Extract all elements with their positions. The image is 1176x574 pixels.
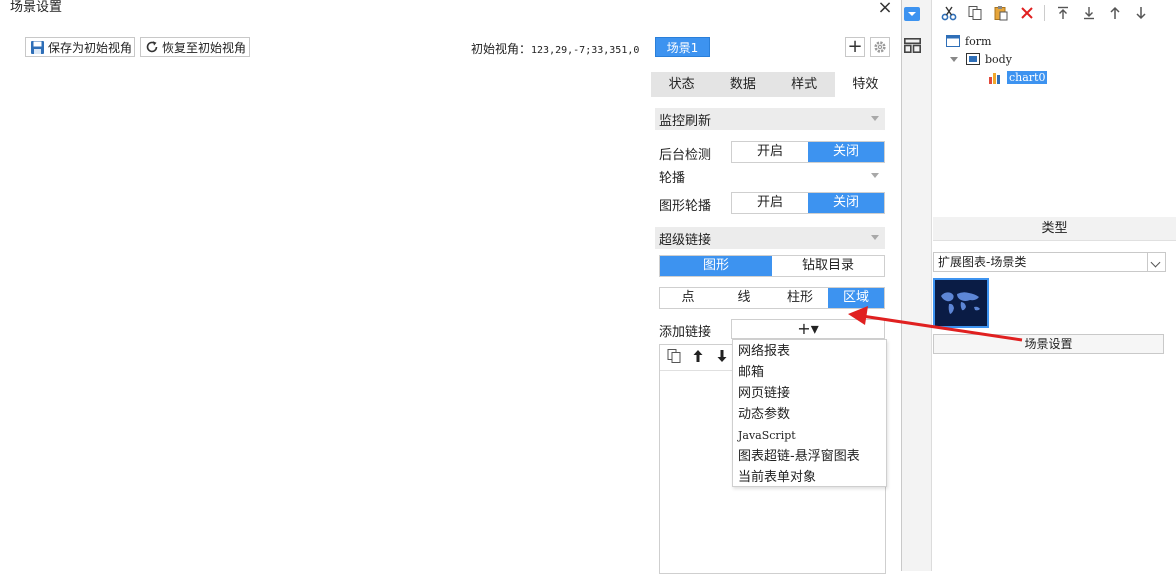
type-header: 类型 <box>933 217 1176 241</box>
delete-icon[interactable] <box>1018 5 1035 22</box>
link-type-shape[interactable]: 图形 <box>660 256 772 276</box>
dialog-title: 场景设置 <box>10 0 63 15</box>
move-up-icon[interactable] <box>1106 5 1123 22</box>
menu-item-javascript[interactable]: JavaScript <box>733 425 886 446</box>
initial-view-readout: 初始视角：123,29,-7;33,351,0 <box>471 40 639 57</box>
collapse-arrow-icon <box>871 173 879 178</box>
collapse-arrow-icon <box>871 116 879 121</box>
tab-effects[interactable]: 特效 <box>834 72 896 97</box>
copy-icon[interactable] <box>966 5 983 22</box>
gear-icon[interactable] <box>870 37 890 57</box>
section-monitor-refresh[interactable]: 监控刷新 <box>655 108 885 130</box>
body-icon <box>966 53 980 65</box>
shape-carousel-off[interactable]: 关闭 <box>808 193 884 213</box>
side-toolbar-strip <box>902 0 932 571</box>
chart-type-select[interactable]: 扩展图表-场景类 <box>933 252 1166 272</box>
save-initial-view-button[interactable]: 保存为初始视角 <box>25 37 135 57</box>
menu-item-web-report[interactable]: 网络报表 <box>733 341 886 362</box>
background-detect-label: 后台检测 <box>659 148 712 163</box>
copy-icon[interactable] <box>666 348 682 367</box>
section-carousel-label: 轮播 <box>659 170 686 186</box>
menu-item-email[interactable]: 邮箱 <box>733 362 886 383</box>
background-detect-off[interactable]: 关闭 <box>808 142 884 162</box>
add-link-dropdown-menu: 网络报表 邮箱 网页链接 动态参数 JavaScript 图表超链-悬浮窗图表 … <box>732 339 887 487</box>
collapse-arrow-icon <box>871 235 879 240</box>
tree-expand-icon[interactable] <box>950 56 958 62</box>
menu-item-chart-hover-popup[interactable]: 图表超链-悬浮窗图表 <box>733 446 886 467</box>
link-type-drill-dir[interactable]: 钻取目录 <box>772 256 884 276</box>
section-hyperlink-label: 超级链接 <box>659 232 712 248</box>
shape-carousel-label: 图形轮播 <box>659 199 712 214</box>
widget-toolbar <box>940 2 1176 24</box>
shape-type-line[interactable]: 线 <box>716 288 772 308</box>
chevron-down-icon[interactable] <box>1147 253 1165 271</box>
menu-item-web-link[interactable]: 网页链接 <box>733 383 886 404</box>
dropdown-toggle-icon[interactable] <box>904 7 920 21</box>
background-detect-on[interactable]: 开启 <box>732 142 808 162</box>
shape-type-bar[interactable]: 柱形 <box>772 288 828 308</box>
refresh-icon <box>145 39 159 55</box>
tab-status[interactable]: 状态 <box>651 72 712 97</box>
chart-type-select-value: 扩展图表-场景类 <box>938 255 1027 269</box>
initial-view-label: 初始视角： <box>471 42 532 56</box>
move-down-icon[interactable] <box>714 348 730 367</box>
tab-style[interactable]: 样式 <box>774 72 835 97</box>
tree-item-chart0-label: chart0 <box>1007 70 1048 84</box>
cut-icon[interactable] <box>940 5 957 22</box>
move-bottom-icon[interactable] <box>1080 5 1097 22</box>
menu-item-current-form-object[interactable]: 当前表单对象 <box>733 467 886 488</box>
tab-data[interactable]: 数据 <box>712 72 773 97</box>
paste-icon[interactable] <box>992 5 1009 22</box>
tree-item-form-label: form <box>965 34 992 48</box>
form-icon <box>946 35 960 47</box>
section-monitor-refresh-label: 监控刷新 <box>659 113 712 129</box>
chart-icon <box>989 73 1000 84</box>
scene-tab[interactable]: 场景1 <box>655 37 710 57</box>
shape-carousel-on[interactable]: 开启 <box>732 193 808 213</box>
property-tabs: 状态 数据 样式 特效 <box>651 72 896 97</box>
move-down-icon[interactable] <box>1132 5 1149 22</box>
tree-item-body[interactable]: body <box>946 51 1047 67</box>
initial-view-value: 123,29,-7;33,351,0 <box>531 45 640 56</box>
add-link-label: 添加链接 <box>659 325 712 340</box>
add-link-button[interactable]: +▾ <box>731 319 885 339</box>
world-map-thumbnail[interactable] <box>933 278 989 328</box>
widget-tree: form body chart0 <box>946 33 1048 85</box>
restore-initial-view-label: 恢复至初始视角 <box>162 40 247 55</box>
shape-type-area[interactable]: 区域 <box>828 288 884 308</box>
tree-item-form[interactable]: form <box>946 33 1047 49</box>
shape-type-toggle: 点 线 柱形 区域 <box>659 287 885 309</box>
move-up-icon[interactable] <box>690 348 706 367</box>
tree-item-chart0[interactable]: chart0 <box>988 69 1048 85</box>
move-top-icon[interactable] <box>1054 5 1071 22</box>
layout-icon[interactable] <box>904 38 921 56</box>
plus-icon[interactable]: + <box>845 37 865 57</box>
shape-carousel-toggle: 开启 关闭 <box>731 192 885 214</box>
background-detect-toggle: 开启 关闭 <box>731 141 885 163</box>
scene-settings-dialog: 场景设置 × 保存为初始视角 恢复至初始视角 初始视角：123,29,-7;33… <box>0 0 902 574</box>
tree-item-body-label: body <box>985 52 1012 66</box>
toolbar-divider <box>1044 5 1045 21</box>
shape-type-point[interactable]: 点 <box>660 288 716 308</box>
menu-item-dynamic-param[interactable]: 动态参数 <box>733 404 886 425</box>
save-initial-view-label: 保存为初始视角 <box>48 40 133 55</box>
scene-settings-button[interactable]: 场景设置 <box>933 334 1164 354</box>
restore-initial-view-button[interactable]: 恢复至初始视角 <box>140 37 250 57</box>
link-type-toggle: 图形 钻取目录 <box>659 255 885 277</box>
section-carousel[interactable]: 轮播 <box>655 165 885 187</box>
close-button[interactable]: × <box>874 0 896 18</box>
section-hyperlink[interactable]: 超级链接 <box>655 227 885 249</box>
save-icon <box>30 39 45 55</box>
